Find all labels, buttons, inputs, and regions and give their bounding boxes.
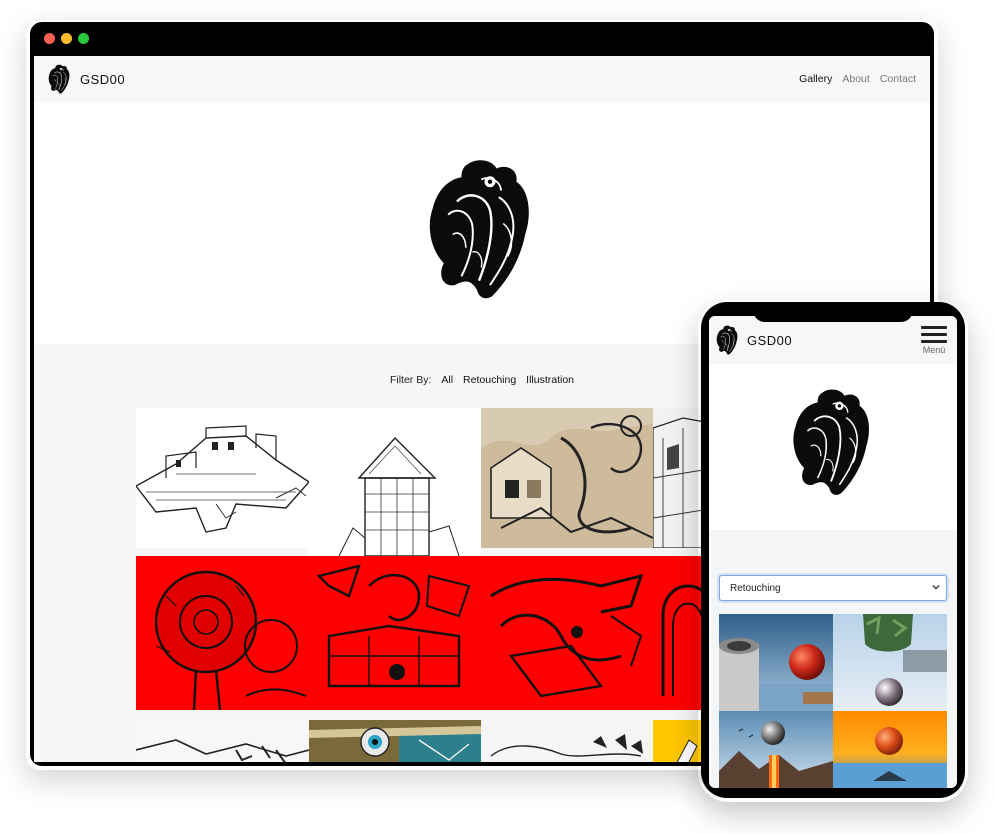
pipes-red-sphere-image — [719, 614, 833, 711]
ink-ruins-sketch-image — [136, 720, 309, 762]
plant-silver-sphere-image — [833, 614, 947, 711]
navbar: GSD00 Gallery About Contact — [34, 56, 930, 102]
castle-sketch-image — [136, 408, 309, 548]
gallery-item-red-house-illustration[interactable] — [309, 556, 481, 710]
eye-collage-image — [309, 720, 481, 762]
mobile-brand-name: GSD00 — [747, 332, 793, 348]
filter-option-retouching[interactable]: Retouching — [463, 374, 516, 386]
close-window-dot[interactable] — [44, 33, 55, 44]
mobile-filter-selected-value: Retouching — [730, 582, 781, 594]
phone-mockup: GSD00 Menú Retouching — [701, 302, 965, 798]
mobile-filter-select[interactable]: Retouching — [719, 575, 947, 601]
nav-links: Gallery About Contact — [799, 73, 916, 85]
filter-option-illustration[interactable]: Illustration — [526, 374, 574, 386]
gallery-item-castle-sketch[interactable] — [136, 408, 309, 548]
ink-fragments-sketch-image — [481, 720, 653, 762]
gallery-item-red-hand-illustration[interactable] — [481, 556, 653, 710]
surreal-sepia-drawing-image — [481, 408, 653, 548]
nav-link-gallery[interactable]: Gallery — [799, 73, 832, 85]
brand[interactable]: GSD00 — [46, 64, 125, 94]
red-hand-illustration-image — [481, 556, 653, 710]
window-controls — [44, 33, 89, 44]
nav-link-contact[interactable]: Contact — [880, 73, 916, 85]
mobile-menu-label: Menú — [922, 344, 946, 355]
gallery-item-ink-ruins-sketch[interactable] — [136, 720, 309, 762]
hamburger-icon — [921, 325, 947, 344]
gallery-item-eye-collage[interactable] — [309, 720, 481, 762]
mobile-navbar: GSD00 Menú — [709, 316, 957, 364]
anatomical-heart-hero-icon — [789, 386, 873, 498]
mobile-gallery-item-orange-sunset-sphere[interactable] — [833, 711, 947, 788]
mobile-hero-section — [709, 364, 957, 530]
mobile-gallery-item-pipes-red-sphere[interactable] — [719, 614, 833, 711]
phone-screen: GSD00 Menú Retouching — [709, 316, 957, 788]
mobile-gallery-item-grey-sphere-fire[interactable] — [719, 711, 833, 788]
mobile-brand[interactable]: GSD00 — [715, 325, 792, 355]
filter-option-all[interactable]: All — [441, 374, 453, 386]
maximize-window-dot[interactable] — [78, 33, 89, 44]
anatomical-heart-hero-icon — [424, 156, 534, 302]
orange-sunset-sphere-image — [833, 711, 947, 788]
tower-sketch-image — [309, 408, 481, 556]
gallery-item-red-tree-illustration[interactable] — [136, 556, 309, 710]
filter-label: Filter By: — [389, 374, 432, 386]
gallery-item-surreal-sepia-drawing[interactable] — [481, 408, 653, 548]
gallery-grid — [136, 400, 716, 762]
red-house-illustration-image — [309, 556, 481, 710]
mobile-gallery-item-plant-silver-sphere[interactable] — [833, 614, 947, 711]
mobile-menu-button[interactable]: Menú — [921, 325, 947, 355]
minimize-window-dot[interactable] — [61, 33, 72, 44]
grey-sphere-fire-image — [719, 711, 833, 788]
anatomical-heart-logo-icon — [715, 325, 739, 355]
anatomical-heart-logo-icon — [46, 64, 72, 94]
mobile-gallery-grid — [719, 614, 947, 788]
gallery-item-ink-fragments-sketch[interactable] — [481, 720, 653, 762]
brand-name: GSD00 — [80, 71, 126, 87]
nav-link-about[interactable]: About — [842, 73, 869, 85]
phone-notch — [753, 308, 913, 322]
red-tree-illustration-image — [136, 556, 309, 710]
chevron-down-icon — [932, 584, 940, 590]
gallery-item-tower-sketch[interactable] — [309, 408, 481, 556]
